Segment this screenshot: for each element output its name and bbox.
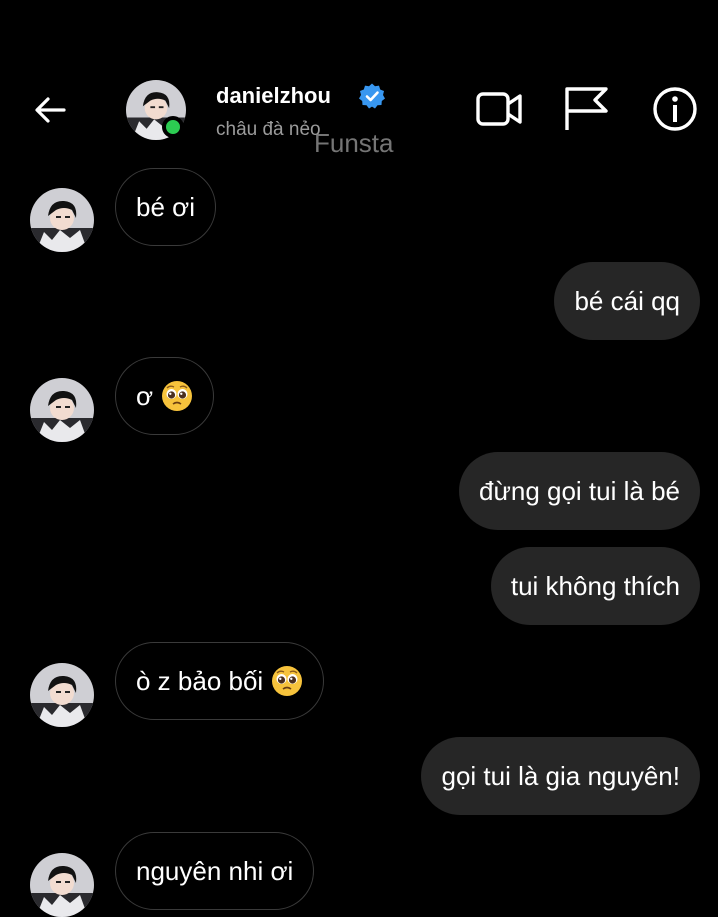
flag-icon[interactable]: [562, 84, 612, 134]
sender-avatar[interactable]: [30, 663, 94, 727]
sender-avatar[interactable]: [30, 853, 94, 917]
incoming-message[interactable]: ò z bảo bối: [115, 642, 325, 720]
sender-avatar[interactable]: [30, 378, 94, 442]
pleading-face-emoji: [161, 380, 193, 412]
pleading-face-emoji: [271, 665, 303, 697]
message-text: đừng gọi tui là bé: [479, 475, 680, 506]
message-text: tui không thích: [510, 570, 680, 601]
incoming-message[interactable]: ơ: [115, 357, 215, 435]
message-text: nguyên nhi ơi: [136, 855, 294, 886]
outgoing-message[interactable]: bé cái qq: [554, 262, 700, 340]
outgoing-message[interactable]: gọi tui là gia nguyên!: [421, 737, 700, 815]
message-text: ơ: [136, 380, 154, 411]
message-text: bé ơi: [136, 191, 195, 222]
info-icon[interactable]: [650, 84, 700, 134]
message-text: ò z bảo bối: [136, 665, 264, 696]
watermark: Funsta: [314, 128, 394, 158]
incoming-message[interactable]: nguyên nhi ơi: [115, 832, 315, 910]
chat-header: danielzhou châu đà nẻo Funsta: [0, 0, 718, 170]
verified-badge-icon: [359, 83, 385, 109]
back-arrow-icon[interactable]: [28, 88, 72, 132]
active-status: châu đà nẻo: [216, 119, 321, 140]
video-call-icon[interactable]: [474, 84, 524, 134]
outgoing-message[interactable]: tui không thích: [490, 547, 700, 625]
sender-avatar[interactable]: [30, 188, 94, 252]
message-text: bé cái qq: [574, 285, 680, 316]
outgoing-message[interactable]: đừng gọi tui là bé: [459, 452, 700, 530]
username[interactable]: danielzhou: [216, 83, 331, 109]
online-status-dot: [162, 116, 184, 138]
incoming-message[interactable]: bé ơi: [115, 168, 216, 246]
message-text: gọi tui là gia nguyên!: [441, 760, 680, 791]
